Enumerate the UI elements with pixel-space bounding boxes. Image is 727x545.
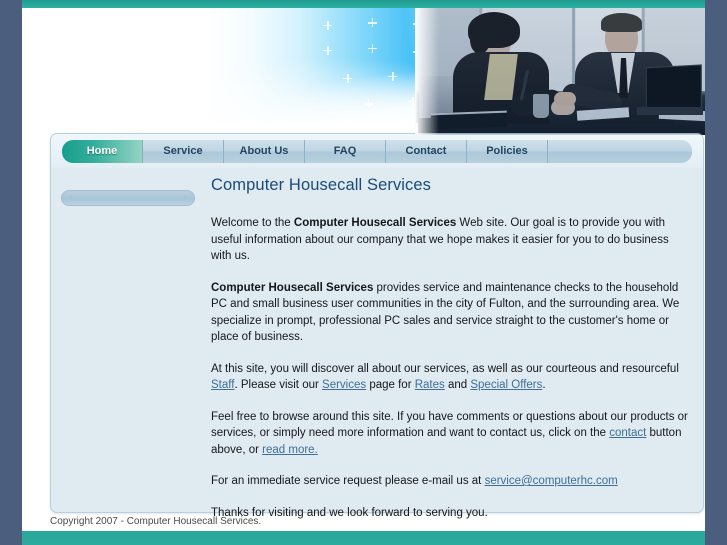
intro-text-a: Welcome to the	[211, 217, 294, 229]
bottom-accent-bar	[22, 531, 705, 545]
main-content-panel: Home Service About Us FAQ Contact Polici…	[50, 133, 704, 519]
contact-link[interactable]: contact	[609, 427, 646, 439]
page-content: Computer Housecall Services Welcome to t…	[211, 176, 689, 521]
intro-paragraph: Welcome to the Computer Housecall Servic…	[211, 215, 689, 265]
services-text-d: and	[444, 379, 471, 391]
sidebar-item-placeholder[interactable]	[61, 190, 195, 206]
nav-item-policies[interactable]: Policies	[467, 140, 548, 163]
email-text: For an immediate service request please …	[211, 475, 485, 487]
services-text-c: page for	[366, 379, 415, 391]
nav-item-faq[interactable]: FAQ	[305, 140, 386, 163]
email-paragraph: For an immediate service request please …	[211, 473, 689, 490]
browse-paragraph: Feel free to browse around this site. If…	[211, 409, 689, 459]
company-name-bold-2: Computer Housecall Services	[211, 281, 374, 294]
photo-left-fade	[415, 8, 439, 135]
closing-paragraph: Thanks for visiting and we look forward …	[211, 506, 488, 519]
nav-filler	[548, 140, 692, 163]
read-more-link[interactable]: read more.	[262, 444, 318, 456]
page-title: Computer Housecall Services	[211, 176, 432, 194]
staff-link[interactable]: Staff	[211, 379, 234, 391]
rates-link[interactable]: Rates	[415, 379, 445, 391]
special-offers-link[interactable]: Special Offers	[470, 379, 542, 391]
sidebar	[61, 190, 201, 206]
primary-navigation: Home Service About Us FAQ Contact Polici…	[62, 140, 692, 163]
business-people-photo	[415, 8, 705, 135]
nav-item-home[interactable]: Home	[62, 140, 143, 163]
company-name-bold-1: Computer Housecall Services	[293, 217, 457, 229]
top-accent-bar	[22, 0, 705, 8]
services-text-a: At this site, you will discover all abou…	[211, 362, 679, 375]
nav-item-about-us[interactable]: About Us	[224, 140, 305, 163]
services-paragraph: At this site, you will discover all abou…	[211, 361, 689, 394]
email-link[interactable]: service@computerhc.com	[485, 475, 618, 487]
services-text-b: . Please visit our	[234, 379, 323, 391]
nav-item-service[interactable]: Service	[143, 140, 224, 163]
about-paragraph: Computer Housecall Services provides ser…	[211, 280, 689, 346]
header-banner	[28, 8, 705, 135]
footer-copyright: Copyright 2007 - Computer Housecall Serv…	[50, 516, 262, 527]
page-frame: Home Service About Us FAQ Contact Polici…	[22, 0, 705, 545]
services-text-e: .	[542, 379, 546, 391]
nav-item-contact[interactable]: Contact	[386, 140, 467, 163]
photo-color-tint	[415, 8, 705, 135]
services-link[interactable]: Services	[322, 379, 366, 391]
